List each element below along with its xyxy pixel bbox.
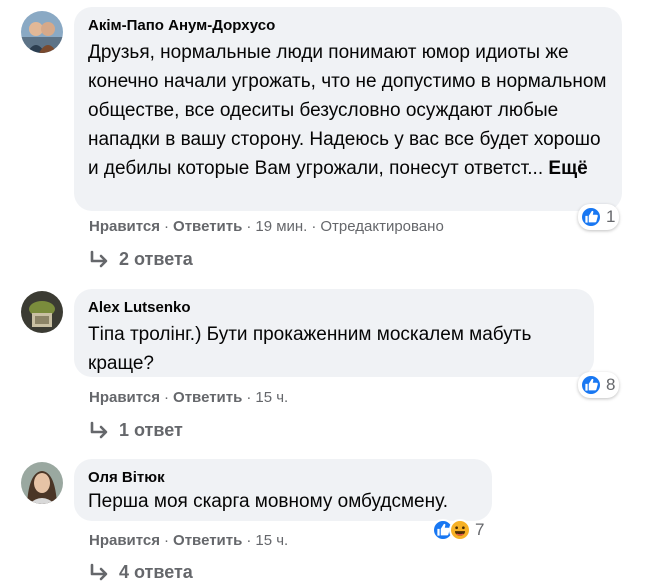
timestamp[interactable]: 15 ч. <box>255 532 288 549</box>
reply-arrow-icon <box>90 563 108 580</box>
reply-button[interactable]: Ответить <box>173 218 242 235</box>
like-button[interactable]: Нравится <box>89 389 160 406</box>
reaction-summary[interactable]: 1 <box>578 204 620 230</box>
view-replies-button[interactable]: 2 ответа <box>89 249 193 270</box>
comment-text: Тіпа тролінг.) Бути прокаженним москалем… <box>88 324 532 374</box>
comment-text: Друзья, нормальные люди понимают юмор ид… <box>88 42 607 179</box>
reply-arrow-icon <box>90 250 108 267</box>
comment-bubble: Alex Lutsenko Тіпа тролінг.) Бути прокаж… <box>74 289 594 377</box>
view-replies-button[interactable]: 1 ответ <box>89 420 183 441</box>
haha-icon <box>449 519 471 541</box>
comment-actions: Нравится · Ответить · 19 мин. · Отредактирован… <box>89 218 444 235</box>
comment-author[interactable]: Alex Lutsenko <box>88 298 580 318</box>
reaction-summary[interactable]: 8 <box>578 372 620 398</box>
view-replies-button[interactable]: 4 ответа <box>89 562 193 583</box>
comment-bubble: Оля Вітюк Перша моя скарга мовному омбуд… <box>74 459 492 521</box>
reaction-count: 1 <box>606 207 616 226</box>
timestamp[interactable]: 15 ч. <box>255 389 288 406</box>
comment-bubble: Акім-Папо Анум-Дорхусо Друзья, нормальны… <box>74 7 622 211</box>
reply-button[interactable]: Ответить <box>173 532 242 549</box>
comment-text: Перша моя скарга мовному омбудсмену. <box>88 491 448 512</box>
avatar-photo-icon <box>21 11 63 53</box>
reaction-summary[interactable]: 7 <box>430 517 488 543</box>
replies-label: 4 ответа <box>119 562 193 582</box>
avatar[interactable] <box>21 462 63 504</box>
replies-label: 2 ответа <box>119 249 193 269</box>
timestamp[interactable]: 19 мин. <box>255 218 307 235</box>
like-icon <box>580 206 602 228</box>
reply-arrow-icon <box>90 421 108 438</box>
reaction-count: 7 <box>475 520 485 539</box>
replies-label: 1 ответ <box>119 420 183 440</box>
see-more-link[interactable]: Ещё <box>548 158 587 179</box>
edited-label: Отредактировано <box>320 218 444 235</box>
avatar-photo-icon <box>21 462 63 504</box>
comment-actions: Нравится · Ответить · 15 ч. <box>89 389 289 406</box>
like-button[interactable]: Нравится <box>89 218 160 235</box>
avatar-photo-icon <box>21 291 63 333</box>
reaction-count: 8 <box>606 375 616 394</box>
avatar[interactable] <box>21 11 63 53</box>
comment-author[interactable]: Акім-Папо Анум-Дорхусо <box>88 16 608 36</box>
like-icon <box>580 374 602 396</box>
comment-author[interactable]: Оля Вітюк <box>88 468 478 488</box>
like-button[interactable]: Нравится <box>89 532 160 549</box>
comment-actions: Нравится · Ответить · 15 ч. <box>89 532 289 549</box>
avatar[interactable] <box>21 291 63 333</box>
reply-button[interactable]: Ответить <box>173 389 242 406</box>
